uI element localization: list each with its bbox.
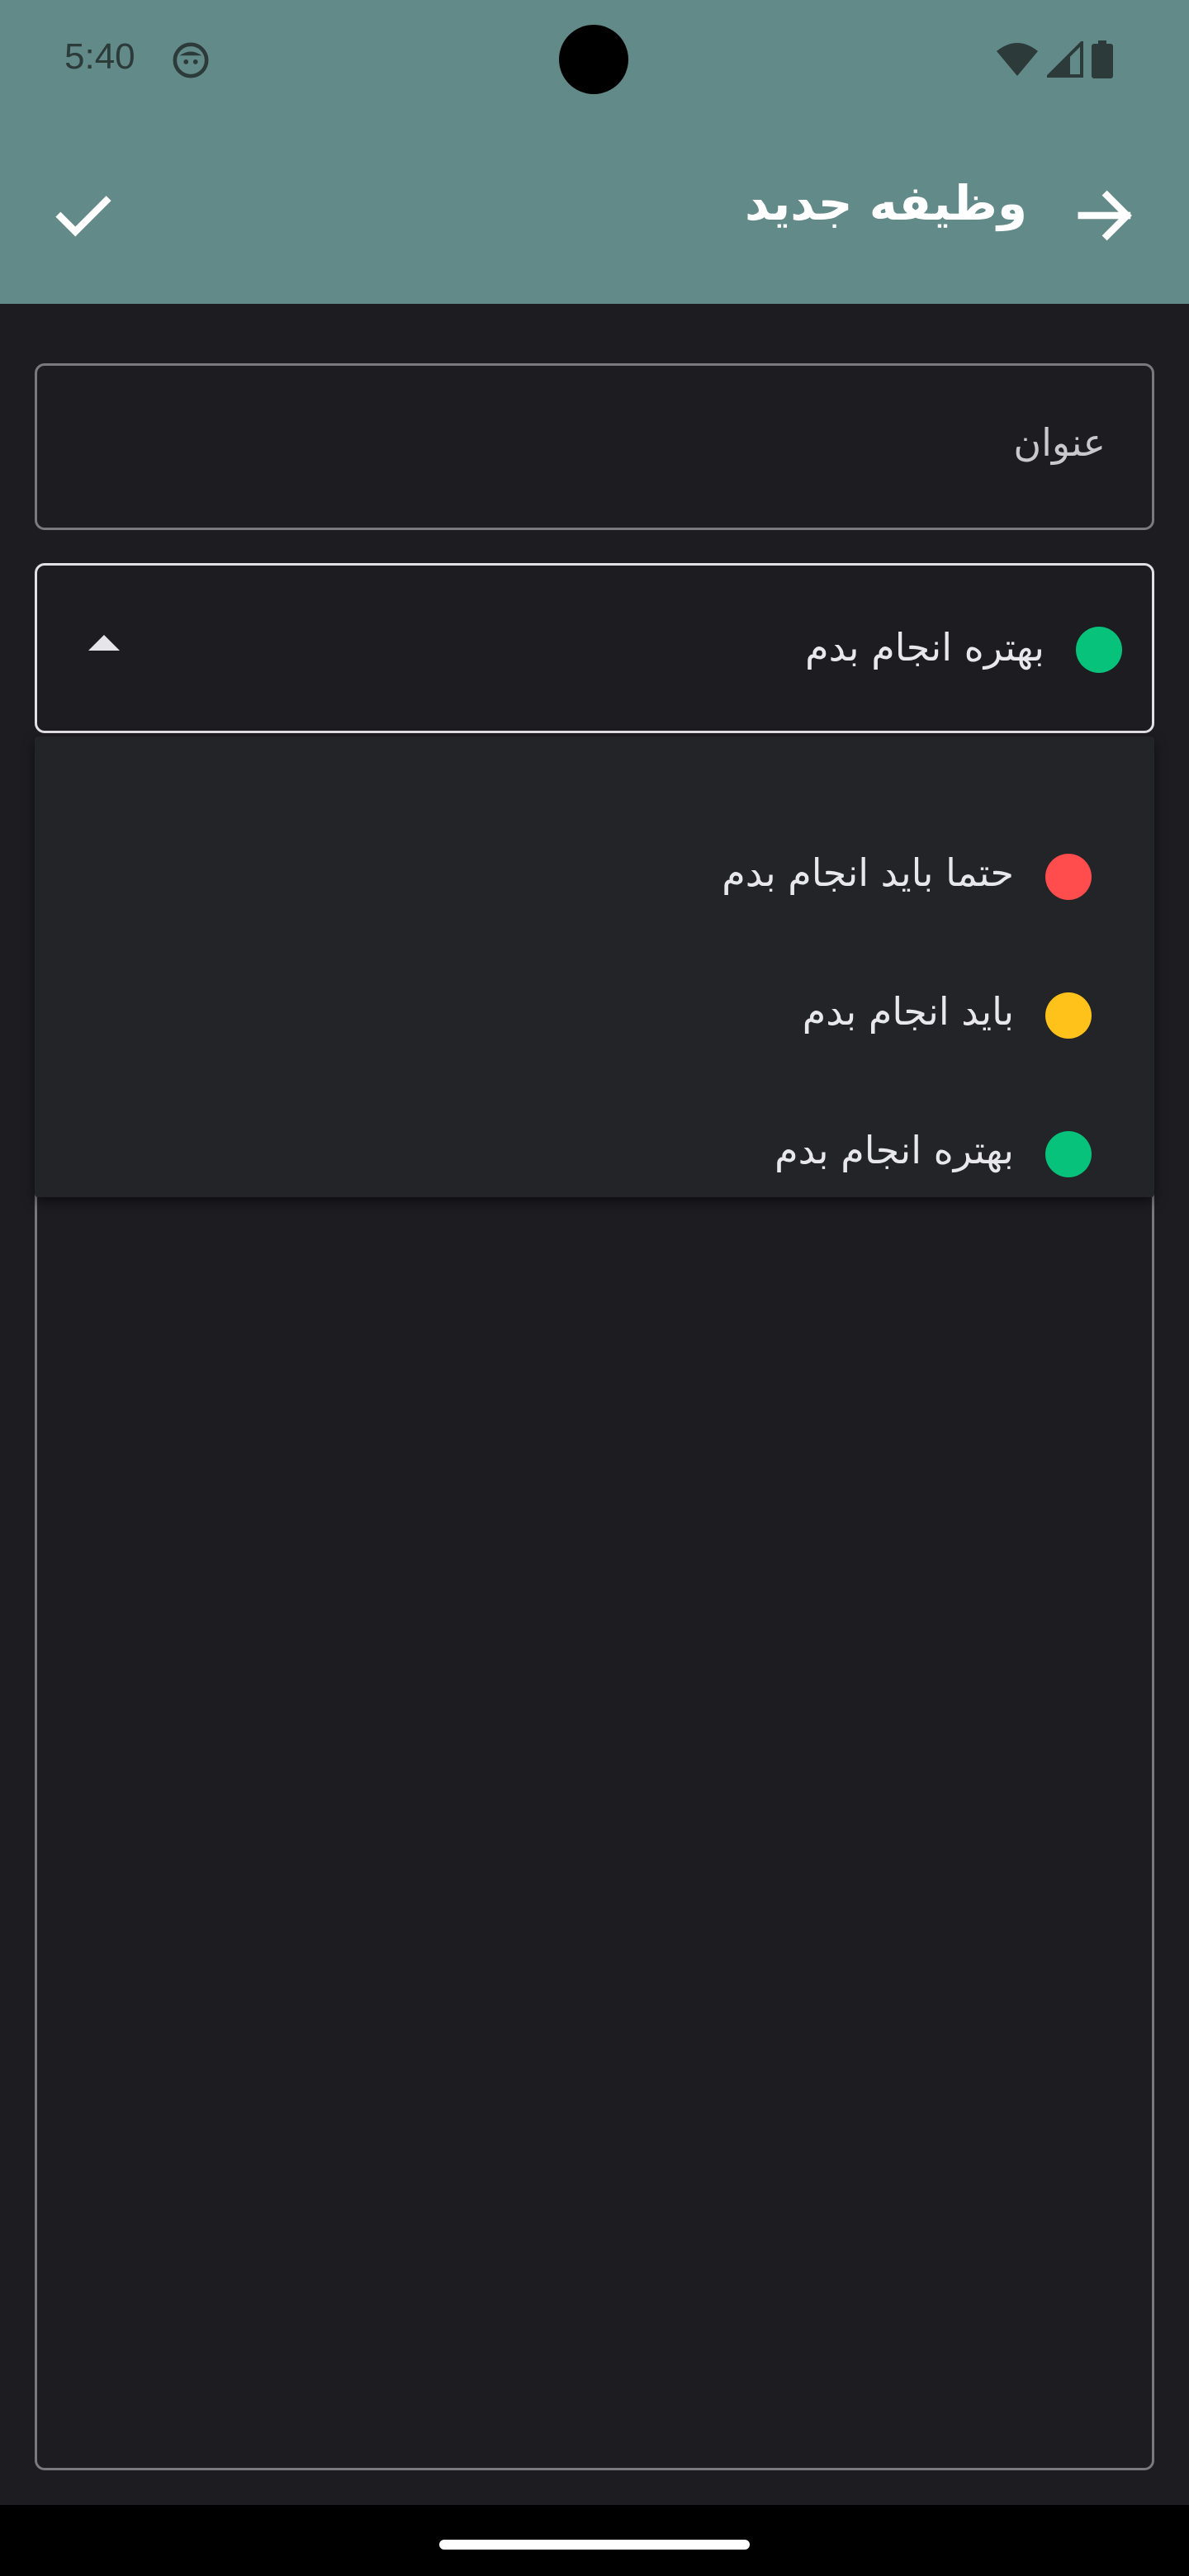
priority-option-better[interactable]: بهتره انجام بدم xyxy=(35,1082,1154,1220)
priority-option-label: حتما باید انجام بدم xyxy=(722,850,1014,895)
notification-app-icon xyxy=(173,42,209,78)
arrow-forward-icon[interactable] xyxy=(1073,183,1138,248)
priority-option-label: بهتره انجام بدم xyxy=(775,1128,1014,1172)
priority-option-should[interactable]: باید انجام بدم xyxy=(35,943,1154,1082)
priority-option-dot xyxy=(1045,1131,1092,1177)
priority-option-dot xyxy=(1045,992,1092,1039)
priority-dropdown[interactable]: بهتره انجام بدم xyxy=(35,563,1154,733)
system-nav-bar xyxy=(0,2505,1189,2576)
status-time: 5:40 xyxy=(64,36,135,77)
title-placeholder: عنوان xyxy=(1013,420,1106,465)
signal-icon xyxy=(1047,41,1083,78)
priority-option-dot xyxy=(1045,854,1092,900)
page-title: وظیفه جدید xyxy=(744,175,1027,231)
priority-option-must[interactable]: حتما باید انجام بدم xyxy=(35,804,1154,943)
priority-selected-dot xyxy=(1076,627,1122,673)
priority-menu: حتما باید انجام بدم باید انجام بدم بهتره… xyxy=(35,736,1154,1197)
arrow-up-icon xyxy=(88,635,120,651)
top-app-bar: 5:40 وظیفه جدید xyxy=(0,0,1189,304)
camera-cutout xyxy=(559,25,628,94)
priority-selected-label: بهتره انجام بدم xyxy=(805,625,1045,670)
status-icons xyxy=(996,40,1113,79)
check-icon[interactable] xyxy=(51,183,116,248)
battery-icon xyxy=(1092,40,1113,78)
wifi-icon xyxy=(997,43,1038,76)
priority-option-label: باید انجام بدم xyxy=(802,989,1014,1034)
home-gesture-handle[interactable] xyxy=(439,2540,750,2550)
title-input[interactable]: عنوان xyxy=(35,363,1154,530)
